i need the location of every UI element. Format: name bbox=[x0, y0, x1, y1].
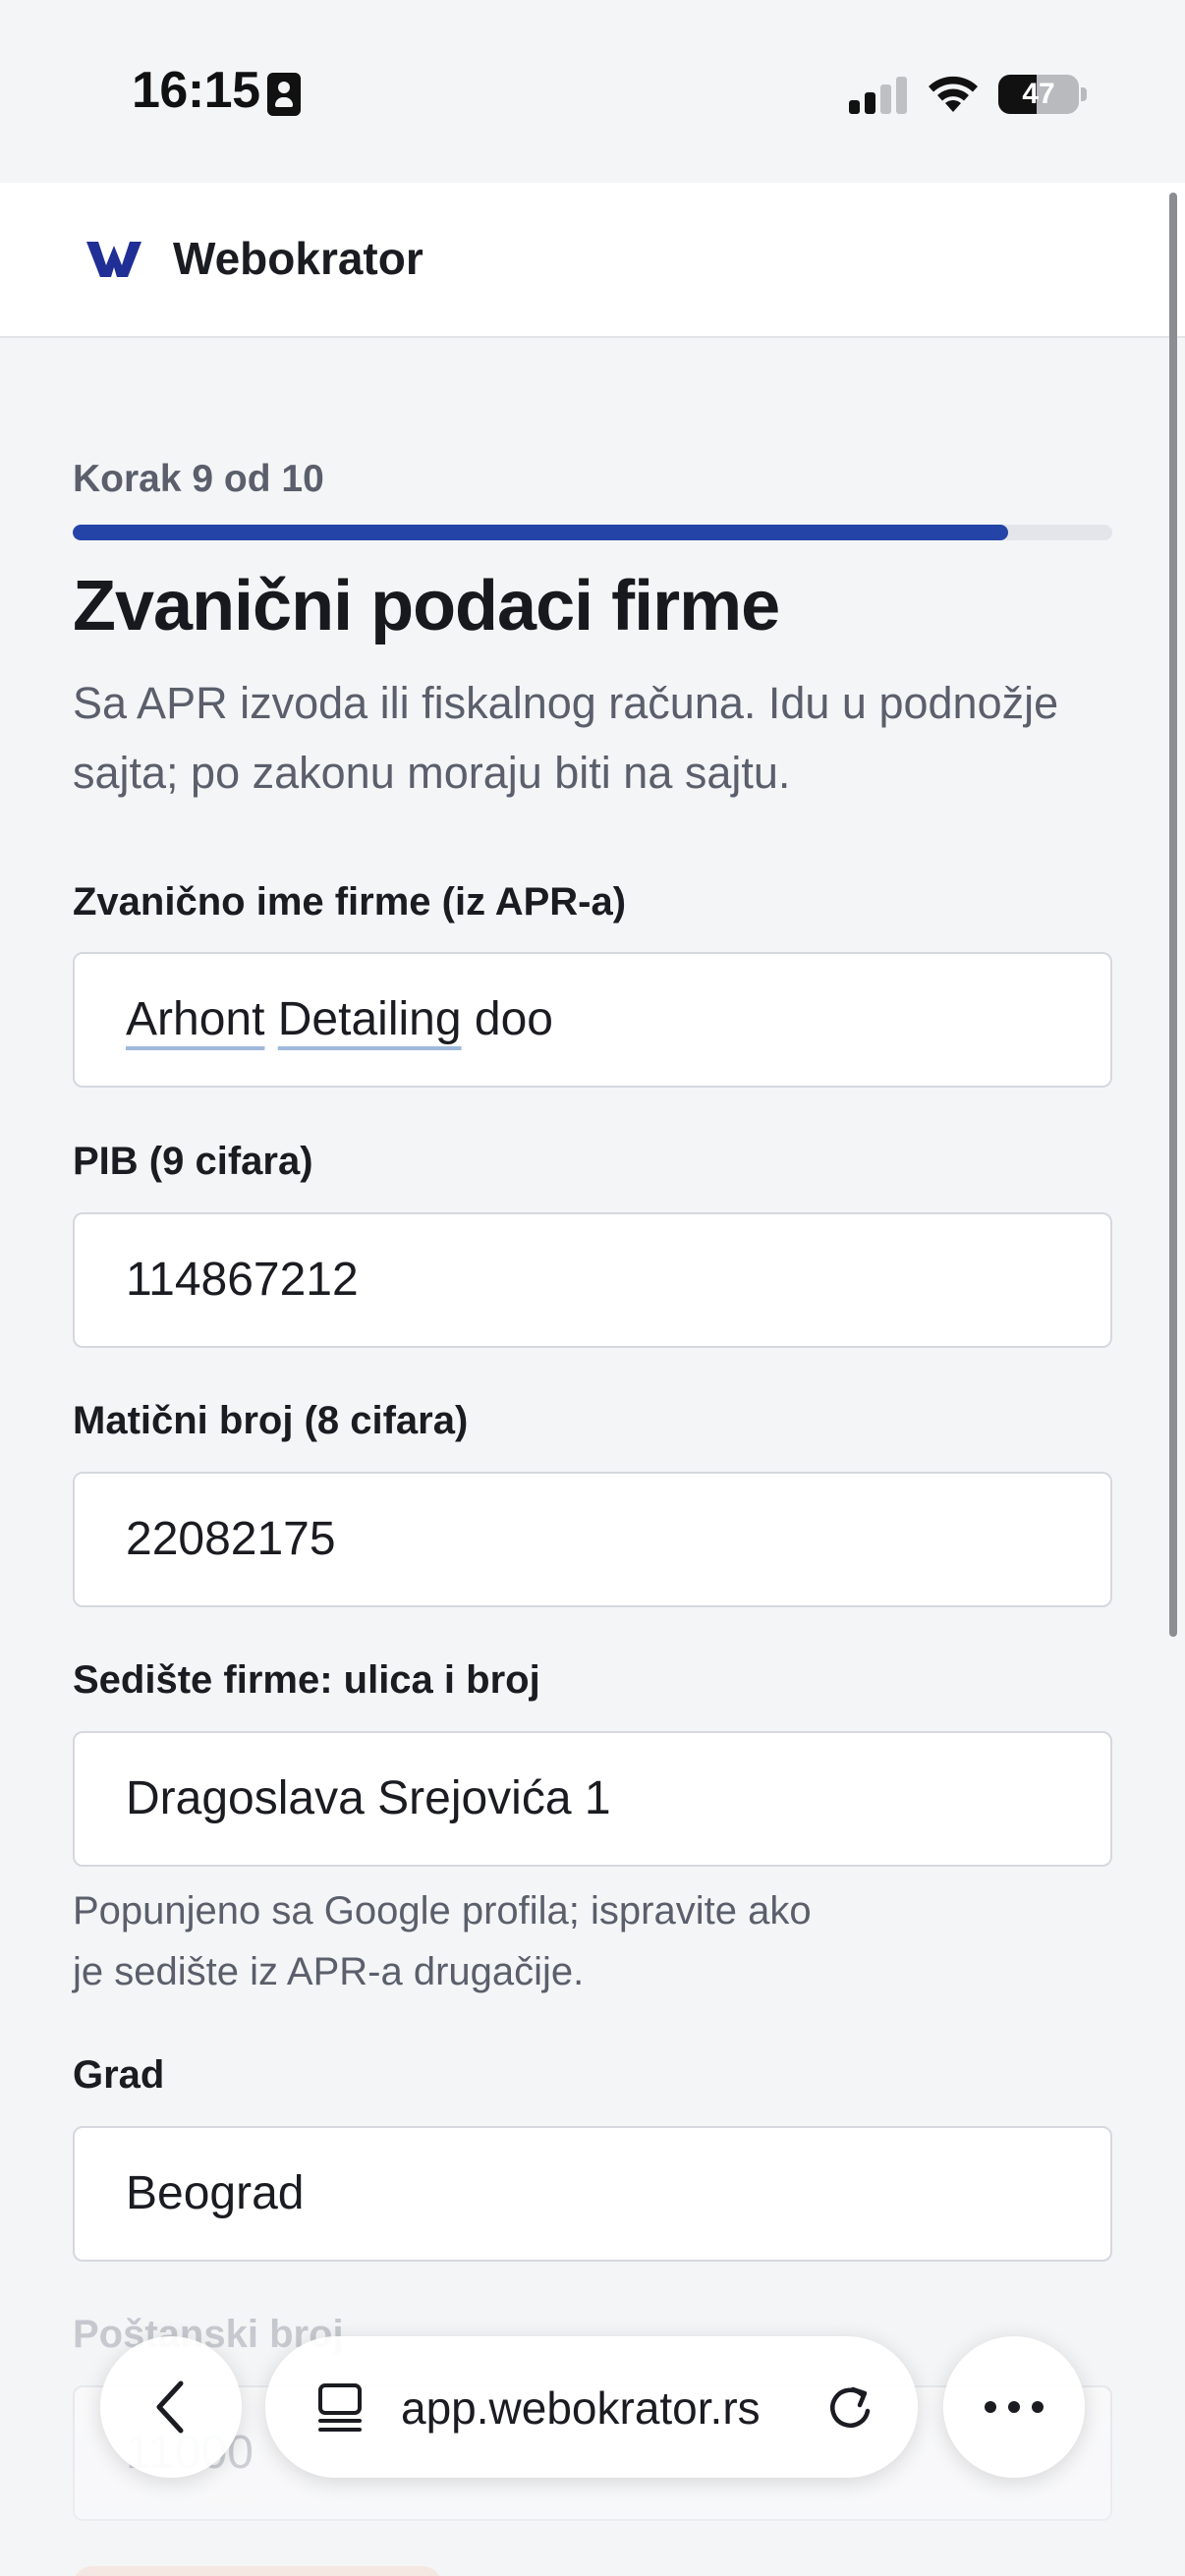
pib-value: 114867212 bbox=[126, 1254, 359, 1306]
scrollbar-thumb[interactable] bbox=[1169, 193, 1177, 1637]
browser-more-button[interactable] bbox=[943, 2336, 1085, 2478]
brand-name[interactable]: Webokrator bbox=[173, 232, 423, 285]
step-indicator: Korak 9 od 10 bbox=[73, 458, 324, 500]
page-title: Zvanični podaci firme bbox=[73, 567, 780, 645]
status-time: 16:15 bbox=[132, 62, 260, 119]
battery-icon: 47 bbox=[998, 75, 1079, 114]
address-help-line1: Popunjeno sa Google profila; ispravite a… bbox=[73, 1889, 812, 1932]
pib-input[interactable]: 114867212 bbox=[73, 1212, 1112, 1348]
registration-number-input[interactable]: 22082175 bbox=[73, 1472, 1112, 1607]
progress-fill bbox=[73, 525, 1009, 540]
status-bar: 16:15 47 bbox=[0, 0, 1185, 183]
company-name-label: Zvanično ime firme (iz APR-a) bbox=[73, 880, 627, 924]
wifi-icon bbox=[929, 76, 978, 112]
tab-overview-icon[interactable] bbox=[314, 2380, 369, 2435]
webokrator-w-logo[interactable] bbox=[85, 238, 143, 281]
page: 16:15 47 Webokrator Korak 9 od 10 Zvanič… bbox=[0, 0, 1185, 2576]
company-name-value-part2: Detailing bbox=[277, 993, 462, 1045]
company-name-value-part1: Arhont bbox=[126, 993, 265, 1045]
browser-address-bar[interactable]: app.webokrator.rs bbox=[265, 2336, 918, 2478]
browser-url[interactable]: app.webokrator.rs bbox=[401, 2381, 761, 2435]
cellular-signal-icon bbox=[849, 77, 907, 114]
address-label: Sedište firme: ulica i broj bbox=[73, 1658, 540, 1702]
progress-bar bbox=[73, 525, 1112, 540]
registration-number-label: Matični broj (8 cifara) bbox=[73, 1399, 469, 1442]
registration-number-value: 22082175 bbox=[126, 1513, 336, 1565]
city-input[interactable]: Beograd bbox=[73, 2126, 1112, 2262]
back-chevron-icon bbox=[156, 2380, 184, 2434]
company-name-value-part3: doo bbox=[474, 993, 553, 1045]
app-header: Webokrator bbox=[0, 183, 1185, 338]
battery-cap bbox=[1081, 87, 1087, 101]
browser-back-button[interactable] bbox=[100, 2336, 242, 2478]
reload-icon[interactable] bbox=[823, 2381, 876, 2435]
next-button-peek[interactable] bbox=[73, 2566, 442, 2576]
battery-percent: 47 bbox=[1022, 78, 1055, 110]
address-value: Dragoslava Srejovića 1 bbox=[126, 1772, 611, 1824]
address-help-line2: je sedište iz APR-a drugačije. bbox=[73, 1950, 585, 1993]
company-name-input[interactable]: Arhont Detailing doo bbox=[73, 952, 1112, 1088]
city-value: Beograd bbox=[126, 2167, 305, 2219]
city-label: Grad bbox=[73, 2053, 165, 2097]
more-options-icon bbox=[985, 2401, 1044, 2413]
id-card-icon bbox=[267, 73, 301, 116]
address-help-text: Popunjeno sa Google profila; ispravite a… bbox=[73, 1880, 957, 2002]
pib-label: PIB (9 cifara) bbox=[73, 1140, 313, 1183]
page-subtitle: Sa APR izvoda ili fiskalnog računa. Idu … bbox=[73, 678, 1059, 798]
address-input[interactable]: Dragoslava Srejovića 1 bbox=[73, 1731, 1112, 1867]
